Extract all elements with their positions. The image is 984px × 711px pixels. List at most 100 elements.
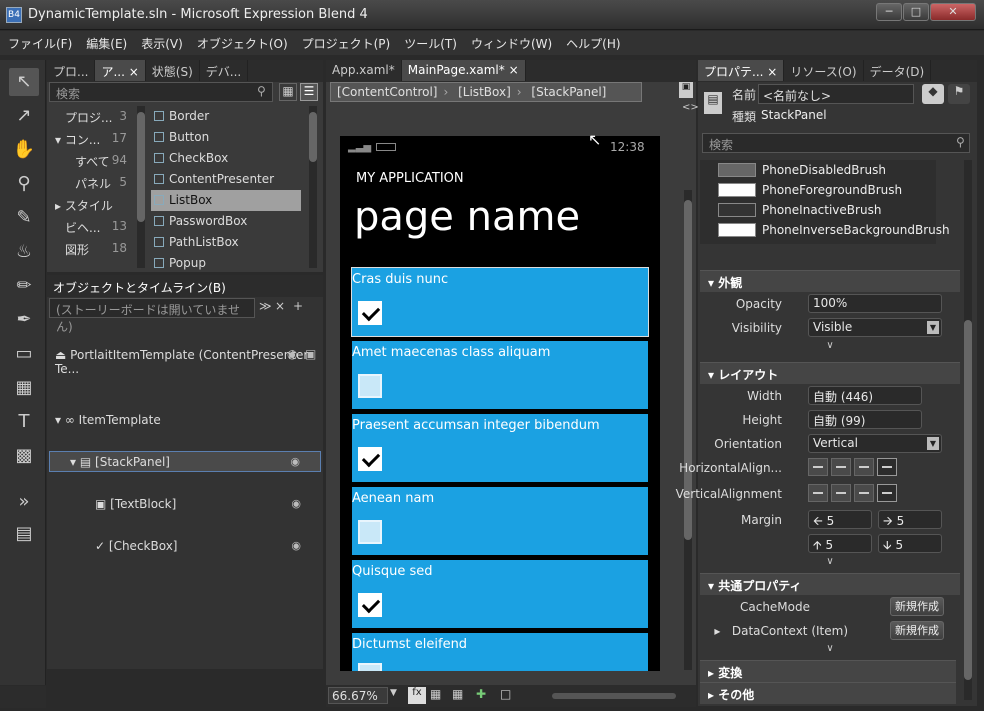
opacity-input[interactable]: 100%	[808, 294, 942, 313]
snap-lines-icon[interactable]: ✚	[476, 687, 486, 701]
close-icon[interactable]: ×	[129, 65, 139, 79]
align-vstretch-icon[interactable]	[877, 484, 897, 502]
section-header-misc[interactable]: ▸ その他	[700, 682, 956, 704]
code-view-icon[interactable]: <>	[682, 102, 699, 113]
properties-scrollbar[interactable]	[964, 160, 972, 700]
width-input[interactable]: 自動 (446)	[808, 386, 922, 405]
cachemode-new-button[interactable]: 新規作成	[890, 597, 944, 616]
asset-item[interactable]: Popup	[151, 253, 301, 274]
close-icon[interactable]: ×	[509, 63, 519, 77]
zoom-tool-icon[interactable]: ⚲	[9, 170, 39, 198]
category-item[interactable]: ▸ スタイル	[47, 194, 135, 216]
asset-item[interactable]: PathListBox	[151, 232, 301, 253]
tab-projects[interactable]: プロ...	[47, 60, 96, 81]
paint-bucket-tool-icon[interactable]: ♨	[9, 238, 39, 266]
lock-icon[interactable]: ▣	[305, 347, 316, 361]
category-scrollbar[interactable]	[137, 106, 145, 268]
category-item[interactable]: すべて 94	[47, 150, 135, 172]
breadcrumb-listbox[interactable]: [ListBox]	[452, 85, 517, 99]
align-left-icon[interactable]	[808, 458, 828, 476]
category-item[interactable]: 図形 18	[47, 238, 135, 260]
tab-assets[interactable]: ア... ×	[95, 60, 146, 81]
expand-icon[interactable]: ∨	[700, 556, 960, 570]
add-storyboard-icon[interactable]: +	[293, 299, 303, 313]
list-item[interactable]: Dictumst eleifend	[352, 633, 648, 671]
align-right-icon[interactable]	[854, 458, 874, 476]
tab-properties[interactable]: プロパテ... ×	[698, 60, 785, 81]
storyboard-dropdown[interactable]: (ストーリーボードは開いていません)	[49, 298, 255, 334]
snap-grid-icon[interactable]: ▦	[452, 687, 463, 701]
section-header-appearance[interactable]: ▾ 外観	[700, 270, 960, 292]
direct-selection-tool-icon[interactable]: ↗	[9, 102, 39, 130]
align-bottom-icon[interactable]	[854, 484, 874, 502]
events-icon[interactable]: ◆	[922, 84, 944, 104]
rectangle-tool-icon[interactable]: ▭	[9, 340, 39, 368]
list-item[interactable]: Cras duis nunc	[351, 267, 649, 337]
brush-item[interactable]: PhoneForegroundBrush	[700, 180, 936, 200]
scroll-thumb[interactable]	[309, 112, 317, 162]
properties-search-input[interactable]: 検索	[702, 133, 970, 153]
breadcrumb-contentcontrol[interactable]: [ContentControl]	[331, 85, 443, 99]
item-checkbox[interactable]	[358, 301, 382, 325]
close-button[interactable]: ✕	[930, 3, 976, 21]
asset-item[interactable]: Border	[151, 106, 301, 127]
brush-item[interactable]: PhoneDisabledBrush	[700, 160, 936, 180]
asset-item-selected[interactable]: ListBox	[151, 190, 301, 211]
eye-icon[interactable]: ◉	[291, 497, 301, 510]
list-item[interactable]: Praesent accumsan integer bibendum	[352, 414, 648, 482]
tab-mainpage-xaml[interactable]: MainPage.xaml* ×	[401, 60, 526, 81]
expand-icon[interactable]: ∨	[700, 340, 960, 354]
doc-hscrollbar[interactable]	[552, 693, 676, 699]
name-input[interactable]: <名前なし>	[758, 84, 914, 104]
pan-tool-icon[interactable]: ✋	[9, 136, 39, 164]
tree-stackpanel[interactable]: ▾ ▤ [StackPanel] ◉	[49, 451, 321, 472]
item-checkbox[interactable]	[358, 663, 382, 671]
annotation-icon[interactable]: □	[500, 687, 511, 701]
grid-view-icon[interactable]: ▦	[279, 83, 297, 101]
list-view-icon[interactable]: ☰	[300, 83, 318, 101]
scroll-thumb[interactable]	[964, 320, 972, 680]
brush-item[interactable]: PhoneInactiveBrush	[700, 200, 936, 220]
selection-tool-icon[interactable]: ↖	[9, 68, 39, 96]
menu-help[interactable]: ヘルプ(H)	[558, 31, 626, 52]
menu-object[interactable]: オブジェクト(O)	[189, 31, 294, 52]
close-storyboard-icon[interactable]: ×	[275, 299, 285, 313]
tab-resources[interactable]: リソース(O)	[784, 60, 864, 81]
tree-checkbox[interactable]: ✓ [CheckBox] ◉	[51, 536, 321, 557]
text-tool-icon[interactable]: T	[9, 408, 39, 436]
category-item[interactable]: プロジ... 3	[47, 106, 135, 128]
tab-app-xaml[interactable]: App.xaml*	[326, 60, 402, 81]
doc-vscrollbar[interactable]	[684, 190, 692, 670]
brush-item[interactable]: PhoneInverseBackgroundBrush	[700, 220, 950, 240]
section-header-layout[interactable]: ▾ レイアウト	[700, 362, 960, 384]
assets-search-input[interactable]: 検索	[49, 82, 273, 102]
control-tool-icon[interactable]: ▩	[9, 442, 39, 470]
tree-item-template[interactable]: ▾ ∞ ItemTemplate	[51, 410, 321, 431]
asset-library-icon[interactable]: ▤	[9, 520, 39, 548]
asset-item[interactable]: Button	[151, 127, 301, 148]
pen-tool-icon[interactable]: ✒	[9, 306, 39, 334]
storyboard-menu-icon[interactable]: ≫	[259, 299, 272, 313]
menu-tools[interactable]: ツール(T)	[396, 31, 463, 52]
list-item[interactable]: Quisque sed	[352, 560, 648, 628]
objects-hscrollbar[interactable]	[47, 669, 323, 685]
datacontext-label[interactable]: ▸ DataContext (Item)	[714, 624, 848, 638]
tree-root[interactable]: ⏏ PortlaitItemTemplate (ContentPresenter…	[51, 345, 321, 376]
grid-icon[interactable]: ▦	[430, 687, 441, 701]
align-middle-icon[interactable]	[831, 484, 851, 502]
assets-expand-icon[interactable]: »	[9, 488, 39, 516]
item-checkbox[interactable]	[358, 447, 382, 471]
item-checkbox[interactable]	[358, 520, 382, 544]
margin-right-input[interactable]: 🡪 5	[878, 510, 942, 529]
tree-textblock[interactable]: ▣ [TextBlock] ◉	[51, 494, 321, 515]
asset-item[interactable]: PasswordBox	[151, 211, 301, 232]
list-item[interactable]: Aenean nam	[352, 487, 648, 555]
visibility-select[interactable]: Visible ▼	[808, 318, 942, 337]
eye-icon[interactable]: ◉	[287, 347, 297, 361]
list-item[interactable]: Amet maecenas class aliquam	[352, 341, 648, 409]
menu-edit[interactable]: 編集(E)	[78, 31, 133, 52]
chevron-down-icon[interactable]: ▼	[390, 688, 397, 698]
section-header-transform[interactable]: ▸ 変換	[700, 660, 956, 682]
close-icon[interactable]: ×	[767, 65, 777, 79]
tab-device[interactable]: デバ...	[200, 60, 249, 81]
